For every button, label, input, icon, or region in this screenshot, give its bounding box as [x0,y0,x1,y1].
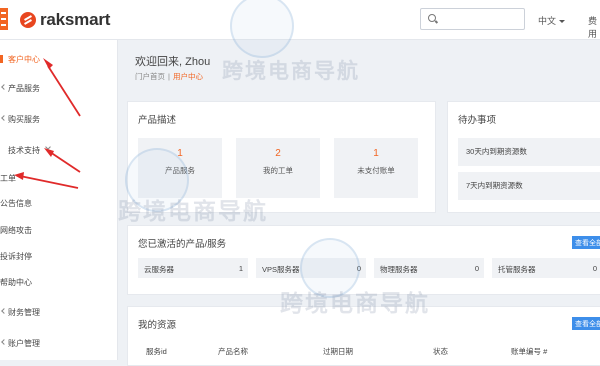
service-count: 1 [238,264,243,273]
top-bar: raksmart 中文 费用 [0,0,600,40]
caret-down-icon [559,20,566,24]
sidebar-item-finance[interactable]: 财务管理 [0,303,118,321]
brand-logo[interactable]: raksmart [20,10,110,30]
view-all-button[interactable]: 查看全部 [572,317,600,330]
sidebar-item-label: 帮助中心 [0,277,32,287]
service-name: VPS服务器 [262,265,300,274]
chevron-icon [1,115,7,121]
product-summary-panel: 产品描述 1 产品服务 2 我的工单 1 未支付账单 [127,101,436,213]
panel-title: 产品描述 [138,115,177,126]
search-icon [428,14,436,22]
service-name: 物理服务器 [380,265,418,274]
watermark-text: 跨境电商导航 [222,60,360,83]
sidebar-item-label: 工单 [0,173,16,183]
column-header[interactable]: 产品名称 [218,346,248,357]
service-dedicated[interactable]: 物理服务器 0 [374,258,484,278]
resources-table-header: 服务id 产品名称 过期日期 状态 账单编号 # [128,341,600,361]
sidebar-item-label: 网络攻击 [0,225,32,235]
sidebar-item-label: 财务管理 [8,307,40,317]
breadcrumb: 门户首页 | 用户中心 [135,71,203,82]
stat-label: 未支付账单 [357,166,395,175]
sidebar-item-purchase[interactable]: 购买服务 [0,110,118,128]
brand-name: raksmart [40,10,111,29]
sidebar-item-label: 购买服务 [8,114,40,124]
todo-panel: 待办事项 30天内到期资源数 7天内到期资源数 [447,101,600,213]
chevron-down-icon [45,144,51,150]
sidebar-item-tickets[interactable]: 工单 [0,169,118,187]
language-label: 中文 [538,16,557,26]
view-all-button[interactable]: 查看全部 [572,236,600,249]
stat-label: 我的工单 [263,166,293,175]
sidebar-item-label: 产品服务 [8,83,40,93]
menu-toggle-icon[interactable] [0,8,8,30]
sidebar-item-customer-center[interactable]: 客户中心 [0,50,118,68]
language-select[interactable]: 中文 [538,14,566,27]
my-resources-panel: 我的资源 查看全部 服务id 产品名称 过期日期 状态 账单编号 # [127,306,600,366]
page-title: 欢迎回来, Zhou [135,56,211,68]
todo-item[interactable]: 30天内到期资源数 [458,138,600,166]
sidebar-item-announcements[interactable]: 公告信息 [0,194,118,212]
sidebar-item-help-center[interactable]: 帮助中心 [0,273,118,291]
service-colocation[interactable]: 托管服务器 0 [492,258,600,278]
sidebar-item-label: 技术支持 [8,145,40,155]
chevron-icon [1,308,7,314]
stat-value: 2 [275,148,281,159]
panel-title: 我的资源 [138,320,177,331]
stat-unpaid-bills[interactable]: 1 未支付账单 [334,138,418,198]
service-vps[interactable]: VPS服务器 0 [256,258,366,278]
sidebar-item-label: 公告信息 [0,198,32,208]
column-header[interactable]: 账单编号 # [511,346,547,357]
column-header[interactable]: 状态 [433,346,448,357]
panel-title: 待办事项 [458,115,497,126]
sidebar: 客户中心 产品服务 购买服务 技术支持 工单 公告信息 网络攻击 投诉封停 帮助… [0,40,118,360]
sidebar-item-label: 账户管理 [8,338,40,348]
sidebar-item-account[interactable]: 账户管理 [0,334,118,352]
active-marker [0,55,3,63]
column-header[interactable]: 过期日期 [323,346,353,357]
service-cloud[interactable]: 云服务器 1 [138,258,248,278]
fee-link[interactable]: 费用 [588,14,600,40]
sidebar-item-label: 投诉封停 [0,251,32,261]
service-count: 0 [474,264,479,273]
breadcrumb-current: 用户中心 [172,72,203,81]
sidebar-item-products[interactable]: 产品服务 [0,79,118,97]
todo-item[interactable]: 7天内到期资源数 [458,172,600,200]
sidebar-item-tech-support[interactable]: 技术支持 [0,141,118,159]
column-header[interactable]: 服务id [146,346,167,357]
service-name: 托管服务器 [498,265,536,274]
stat-products[interactable]: 1 产品服务 [138,138,222,198]
chevron-icon [1,339,7,345]
search-input[interactable] [420,8,525,30]
chevron-icon [1,84,7,90]
stat-value: 1 [177,148,183,159]
active-products-panel: 您已激活的产品/服务 查看全部 云服务器 1 VPS服务器 0 物理服务器 0 … [127,225,600,295]
breadcrumb-home[interactable]: 门户首页 [135,72,165,81]
sidebar-item-complaints[interactable]: 投诉封停 [0,247,118,265]
stat-value: 1 [373,148,379,159]
breadcrumb-separator: | [168,72,170,81]
stat-label: 产品服务 [165,166,195,175]
stat-tickets[interactable]: 2 我的工单 [236,138,320,198]
panel-title: 您已激活的产品/服务 [138,239,227,250]
service-count: 0 [356,264,361,273]
service-count: 0 [592,264,597,273]
service-name: 云服务器 [144,265,174,274]
sidebar-item-label: 客户中心 [8,54,40,64]
raksmart-logo-icon [20,12,36,28]
sidebar-item-network-attack[interactable]: 网络攻击 [0,221,118,239]
